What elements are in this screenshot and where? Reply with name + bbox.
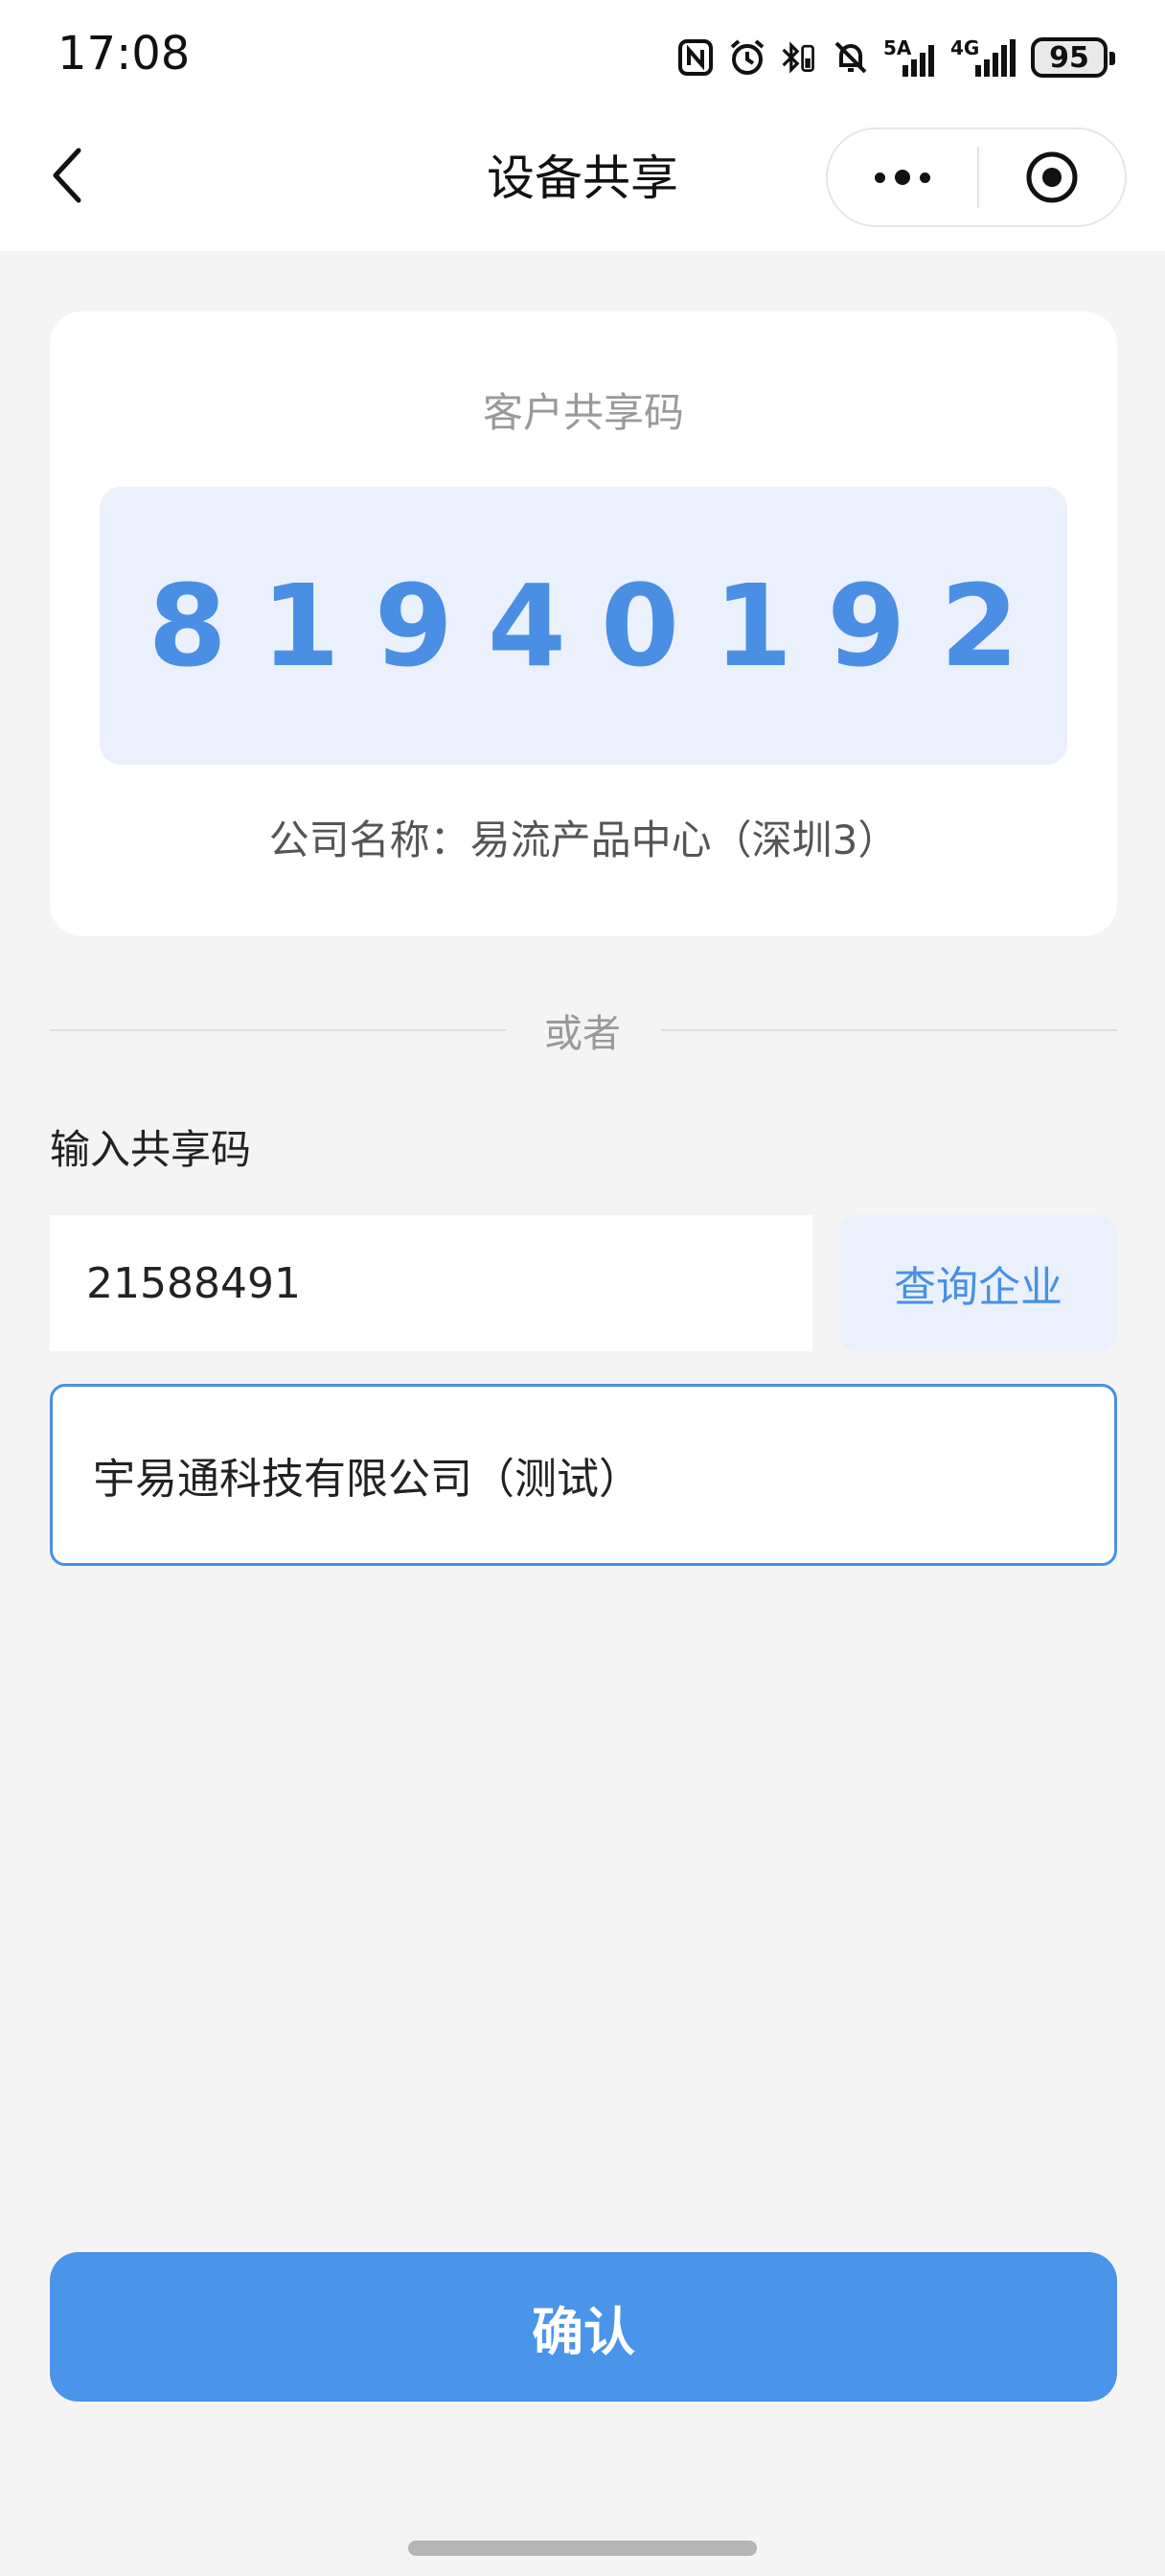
4g-signal-icon: 4G xyxy=(950,36,1017,79)
more-dot-right xyxy=(920,172,930,183)
input-label: 输入共享码 xyxy=(50,1126,252,1173)
share-code: 81940192 xyxy=(148,560,1054,692)
alarm-icon xyxy=(728,36,766,79)
target-close-icon xyxy=(1026,151,1078,203)
query-company-button[interactable]: 查询企业 xyxy=(839,1215,1117,1351)
divider-line-right xyxy=(661,1029,1117,1031)
company-name: 公司名称：易流产品中心（深圳3） xyxy=(268,816,899,863)
share-code-input[interactable] xyxy=(50,1215,812,1351)
status-time: 17:08 xyxy=(57,27,191,80)
battery-indicator: 95 xyxy=(1031,37,1115,78)
share-code-card: 客户共享码 81940192 公司名称：易流产品中心（深圳3） xyxy=(50,311,1117,936)
more-dot-center xyxy=(895,170,910,185)
page: 17:08 5A 4G 95 设备共享 客户共享码 81940192 公司名称：… xyxy=(0,0,1165,2576)
home-indicator[interactable] xyxy=(408,2541,757,2556)
card-title: 客户共享码 xyxy=(482,389,684,436)
company-result-field[interactable]: 宇易通科技有限公司（测试） xyxy=(50,1384,1117,1566)
more-dots-icon xyxy=(875,172,885,183)
top-bar: 17:08 5A 4G 95 设备共享 xyxy=(0,0,1165,251)
miniprogram-capsule xyxy=(826,127,1127,227)
confirm-button[interactable]: 确认 xyxy=(50,2252,1117,2402)
mute-icon xyxy=(832,36,870,79)
nfc-icon xyxy=(676,36,715,79)
more-button[interactable] xyxy=(828,129,977,225)
5g-signal-icon: 5A xyxy=(883,36,937,79)
share-code-box: 81940192 xyxy=(100,487,1067,765)
bluetooth-icon xyxy=(780,36,818,79)
close-button[interactable] xyxy=(979,129,1125,225)
status-icons: 5A 4G 95 xyxy=(676,31,1115,84)
